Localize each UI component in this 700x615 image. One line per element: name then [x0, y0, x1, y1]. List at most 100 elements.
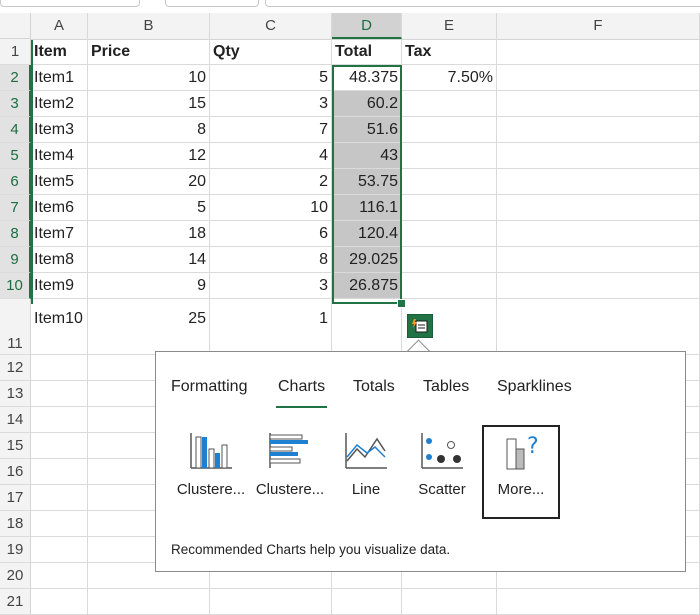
column-header-d[interactable]: D — [332, 13, 402, 39]
tax-cell[interactable] — [402, 143, 497, 169]
qty-cell[interactable]: 4 — [210, 143, 332, 169]
total-cell[interactable] — [332, 299, 402, 355]
column-header-c[interactable]: C — [210, 13, 332, 39]
price-cell[interactable]: 14 — [88, 247, 210, 273]
item-cell[interactable]: Item7 — [31, 221, 88, 247]
item-cell[interactable]: Item8 — [31, 247, 88, 273]
tax-cell[interactable] — [402, 117, 497, 143]
total-cell[interactable]: 120.4 — [332, 221, 402, 247]
cell[interactable] — [31, 433, 88, 459]
cell[interactable] — [31, 485, 88, 511]
row-header-14[interactable]: 14 — [0, 407, 31, 433]
header-cell-item[interactable]: Item — [31, 39, 88, 65]
qty-cell[interactable]: 3 — [210, 273, 332, 299]
formula-bar-controls[interactable] — [165, 0, 259, 7]
cell[interactable] — [497, 91, 700, 117]
tab-formatting[interactable]: Formatting — [171, 378, 247, 396]
cell[interactable] — [31, 563, 88, 589]
item-cell[interactable]: Item3 — [31, 117, 88, 143]
item-cell[interactable]: Item10 — [31, 299, 88, 355]
qty-cell[interactable]: 3 — [210, 91, 332, 117]
tax-cell[interactable] — [402, 169, 497, 195]
item-cell[interactable]: Item6 — [31, 195, 88, 221]
price-cell[interactable]: 20 — [88, 169, 210, 195]
total-cell[interactable]: 43 — [332, 143, 402, 169]
column-header-e[interactable]: E — [402, 13, 497, 39]
row-header-16[interactable]: 16 — [0, 459, 31, 485]
row-header-15[interactable]: 15 — [0, 433, 31, 459]
cell[interactable] — [497, 299, 700, 355]
header-cell-total[interactable]: Total — [332, 39, 402, 65]
row-header-18[interactable]: 18 — [0, 511, 31, 537]
cell[interactable] — [497, 117, 700, 143]
cell[interactable] — [402, 589, 497, 615]
row-header-13[interactable]: 13 — [0, 381, 31, 407]
row-header-1[interactable]: 1 — [0, 39, 31, 65]
row-header-11[interactable]: 11 — [0, 299, 31, 355]
tax-cell[interactable] — [402, 195, 497, 221]
cell[interactable] — [497, 169, 700, 195]
row-header-20[interactable]: 20 — [0, 563, 31, 589]
item-cell[interactable]: Item1 — [31, 65, 88, 91]
tab-totals[interactable]: Totals — [353, 378, 395, 396]
cell[interactable] — [31, 381, 88, 407]
cell[interactable] — [332, 589, 402, 615]
price-cell[interactable]: 9 — [88, 273, 210, 299]
qty-cell[interactable]: 5 — [210, 65, 332, 91]
row-header-19[interactable]: 19 — [0, 537, 31, 563]
header-cell-tax[interactable]: Tax — [402, 39, 497, 65]
item-cell[interactable]: Item9 — [31, 273, 88, 299]
row-header-2[interactable]: 2 — [0, 65, 31, 91]
header-cell-qty[interactable]: Qty — [210, 39, 332, 65]
price-cell[interactable]: 8 — [88, 117, 210, 143]
total-cell[interactable]: 29.025 — [332, 247, 402, 273]
row-header-7[interactable]: 7 — [0, 195, 31, 221]
total-cell[interactable]: 116.1 — [332, 195, 402, 221]
column-header-a[interactable]: A — [31, 13, 88, 39]
item-cell[interactable]: Item4 — [31, 143, 88, 169]
tax-cell[interactable] — [402, 221, 497, 247]
cell[interactable] — [497, 247, 700, 273]
quick-analysis-button[interactable] — [407, 314, 433, 338]
cell[interactable] — [31, 459, 88, 485]
cell[interactable] — [497, 143, 700, 169]
row-header-9[interactable]: 9 — [0, 247, 31, 273]
cell[interactable] — [31, 355, 88, 381]
column-header-b[interactable]: B — [88, 13, 210, 39]
price-cell[interactable]: 10 — [88, 65, 210, 91]
cell[interactable] — [31, 511, 88, 537]
price-cell[interactable]: 12 — [88, 143, 210, 169]
total-cell[interactable]: 51.6 — [332, 117, 402, 143]
tax-cell[interactable] — [402, 247, 497, 273]
column-header-f[interactable]: F — [497, 13, 700, 39]
cell[interactable] — [31, 589, 88, 615]
item-cell[interactable]: Item5 — [31, 169, 88, 195]
cell[interactable] — [497, 195, 700, 221]
tab-tables[interactable]: Tables — [423, 378, 469, 396]
total-cell[interactable]: 60.2 — [332, 91, 402, 117]
qty-cell[interactable]: 8 — [210, 247, 332, 273]
qty-cell[interactable]: 1 — [210, 299, 332, 355]
row-header-10[interactable]: 10 — [0, 273, 31, 299]
cell[interactable] — [88, 589, 210, 615]
item-cell[interactable]: Item2 — [31, 91, 88, 117]
price-cell[interactable]: 15 — [88, 91, 210, 117]
chart-option-scatter[interactable]: Scatter — [404, 427, 480, 519]
cell[interactable] — [497, 589, 700, 615]
row-header-21[interactable]: 21 — [0, 589, 31, 615]
row-header-5[interactable]: 5 — [0, 143, 31, 169]
row-header-12[interactable]: 12 — [0, 355, 31, 381]
select-all-corner[interactable] — [0, 13, 31, 39]
row-header-17[interactable]: 17 — [0, 485, 31, 511]
fill-handle[interactable] — [397, 299, 406, 308]
cell[interactable] — [497, 65, 700, 91]
chart-option-line[interactable]: Line — [328, 427, 404, 519]
price-cell[interactable]: 25 — [88, 299, 210, 355]
formula-bar[interactable] — [265, 0, 700, 7]
total-cell[interactable]: 48.375 — [332, 65, 402, 91]
tab-sparklines[interactable]: Sparklines — [497, 378, 572, 396]
cell[interactable] — [497, 221, 700, 247]
row-header-3[interactable]: 3 — [0, 91, 31, 117]
qty-cell[interactable]: 10 — [210, 195, 332, 221]
tax-cell[interactable]: 7.50% — [402, 65, 497, 91]
